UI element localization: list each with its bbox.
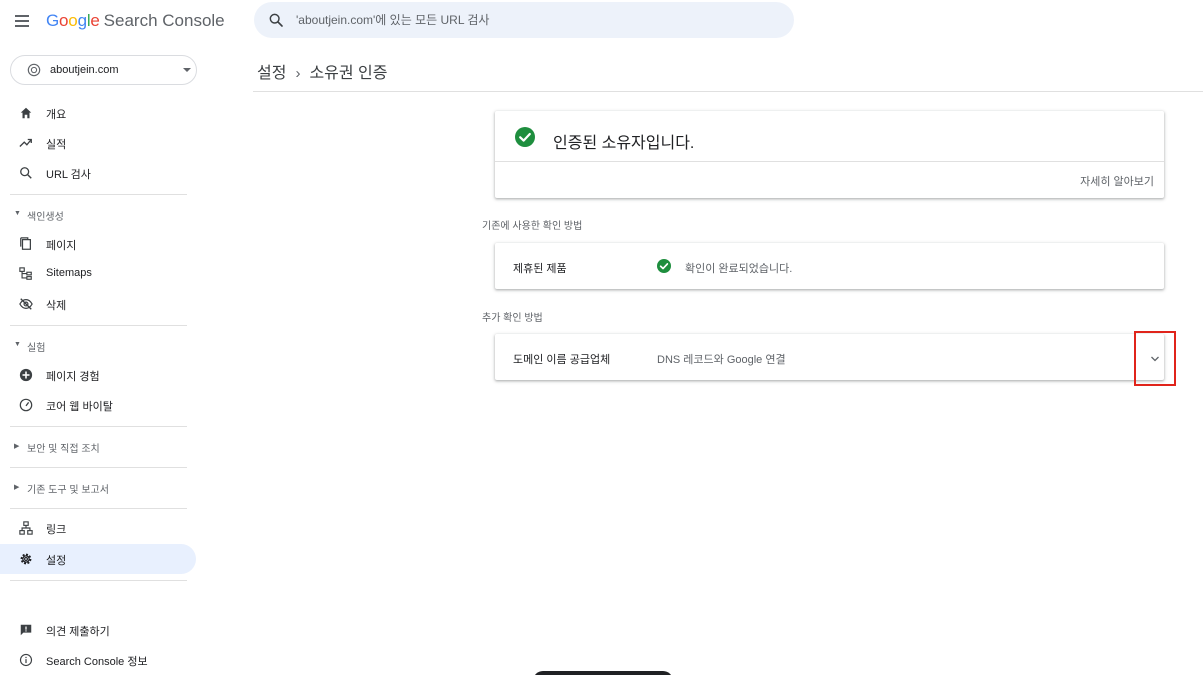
sidebar-section-label: 실험 — [27, 343, 46, 354]
expand-button[interactable] — [1134, 331, 1176, 386]
sidebar-item-pages[interactable]: 페이지 — [0, 229, 196, 259]
check-circle-icon — [515, 127, 535, 147]
method-name: 도메인 이름 공급업체 — [513, 354, 611, 366]
sitemap-icon — [19, 267, 32, 280]
sidebar: aboutjein.com 개요 실적 URL 검사 ▼ 색인생성 페이지 Si… — [0, 46, 205, 675]
caret-right-icon: ▶ — [14, 484, 20, 491]
gear-icon — [20, 553, 32, 565]
sidebar-item-label: Sitemaps — [46, 267, 92, 279]
sidebar-divider — [10, 426, 187, 427]
sidebar-item-feedback[interactable]: 의견 제출하기 — [0, 615, 196, 645]
additional-method-row[interactable]: 도메인 이름 공급업체 DNS 레코드와 Google 연결 — [495, 334, 1164, 380]
sidebar-item-label: URL 검사 — [46, 169, 91, 181]
sidebar-item-url-inspection[interactable]: URL 검사 — [0, 158, 196, 188]
sidebar-section-label: 보안 및 직접 조치 — [27, 444, 100, 455]
sidebar-item-removals[interactable]: 삭제 — [0, 289, 196, 319]
sidebar-divider — [10, 467, 187, 468]
method-name: 제휴된 제품 — [513, 263, 567, 275]
additional-methods-label: 추가 확인 방법 — [482, 313, 543, 324]
previous-method-row: 제휴된 제품 확인이 완료되었습니다. — [495, 243, 1164, 289]
add-circle-icon — [19, 368, 33, 382]
sidebar-item-label: 코어 웹 바이탈 — [46, 401, 113, 413]
feedback-icon — [20, 624, 32, 636]
card-divider — [495, 161, 1164, 162]
sidebar-section-indexing[interactable]: ▼ 색인생성 — [0, 201, 196, 227]
top-bar: Google Search Console — [0, 0, 1203, 46]
method-description: DNS 레코드와 Google 연결 — [657, 354, 786, 366]
breadcrumb-current: 소유권 인증 — [309, 65, 388, 82]
sidebar-divider — [10, 580, 187, 581]
logo-letter: o — [59, 11, 69, 30]
sidebar-divider — [10, 325, 187, 326]
sidebar-item-label: 개요 — [46, 109, 67, 121]
sidebar-item-links[interactable]: 링크 — [0, 513, 196, 543]
sidebar-section-security[interactable]: ▶ 보안 및 직접 조치 — [0, 433, 196, 459]
search-icon — [20, 167, 32, 179]
sidebar-section-label: 기존 도구 및 보고서 — [27, 485, 109, 496]
breadcrumb-parent[interactable]: 설정 — [257, 65, 286, 82]
sidebar-item-overview[interactable]: 개요 — [0, 98, 196, 128]
sidebar-item-label: 삭제 — [46, 300, 67, 312]
sidebar-section-experience[interactable]: ▼ 실험 — [0, 332, 196, 358]
property-selector[interactable]: aboutjein.com — [10, 55, 197, 85]
home-icon — [20, 107, 32, 119]
sidebar-item-label: 설정 — [46, 555, 67, 567]
sidebar-item-core-web-vitals[interactable]: 코어 웹 바이탈 — [0, 390, 196, 420]
header-divider — [253, 91, 1203, 92]
sidebar-item-label: 실적 — [46, 139, 67, 151]
search-console-logo[interactable]: Google Search Console — [46, 11, 225, 31]
caret-down-icon: ▼ — [14, 341, 21, 348]
hamburger-menu-icon[interactable] — [14, 12, 32, 30]
sidebar-item-about[interactable]: Search Console 정보 — [0, 645, 196, 675]
url-inspection-search[interactable] — [254, 2, 794, 38]
sidebar-section-legacy[interactable]: ▶ 기존 도구 및 보고서 — [0, 474, 196, 500]
verified-title: 인증된 소유자입니다. — [553, 135, 695, 152]
logo-letter: G — [46, 11, 60, 30]
verified-owner-card: 인증된 소유자입니다. 자세히 알아보기 — [495, 111, 1164, 198]
logo-product-name: Search Console — [103, 11, 225, 30]
sidebar-item-label: 페이지 — [46, 240, 77, 252]
sidebar-item-label: 링크 — [46, 524, 67, 536]
speed-gauge-icon — [19, 398, 33, 412]
pages-icon — [20, 237, 31, 250]
learn-more-link[interactable]: 자세히 알아보기 — [1080, 173, 1154, 189]
method-status: 확인이 완료되었습니다. — [685, 263, 793, 275]
trending-up-icon — [19, 138, 32, 147]
logo-letter: g — [77, 11, 87, 30]
breadcrumb: 설정 › 소유권 인증 — [257, 59, 388, 83]
sidebar-section-label: 색인생성 — [27, 212, 64, 223]
visibility-off-icon — [19, 298, 33, 310]
sidebar-divider — [10, 194, 187, 195]
sidebar-item-label: Search Console 정보 — [46, 656, 148, 668]
check-circle-icon — [657, 259, 671, 273]
sidebar-divider — [10, 508, 187, 509]
caret-down-icon: ▼ — [14, 210, 21, 217]
sidebar-item-sitemaps[interactable]: Sitemaps — [0, 259, 196, 289]
links-tree-icon — [19, 521, 33, 535]
previous-methods-label: 기존에 사용한 확인 방법 — [482, 221, 583, 232]
logo-letter: e — [90, 11, 100, 30]
property-name: aboutjein.com — [50, 64, 119, 76]
sidebar-item-label: 페이지 경험 — [46, 371, 100, 383]
info-icon — [19, 653, 33, 667]
sidebar-item-settings[interactable]: 설정 — [0, 544, 196, 574]
globe-icon — [27, 63, 41, 77]
dropdown-arrow-icon — [183, 68, 191, 72]
caret-right-icon: ▶ — [14, 443, 20, 450]
sidebar-item-label: 의견 제출하기 — [46, 626, 110, 638]
sidebar-item-page-experience[interactable]: 페이지 경험 — [0, 360, 196, 390]
search-input[interactable] — [296, 2, 776, 38]
chevron-down-icon — [1151, 356, 1159, 362]
logo-letter: o — [68, 11, 78, 30]
snackbar-edge — [533, 671, 673, 675]
search-icon — [269, 13, 283, 27]
breadcrumb-separator: › — [295, 65, 301, 82]
sidebar-item-performance[interactable]: 실적 — [0, 128, 196, 158]
